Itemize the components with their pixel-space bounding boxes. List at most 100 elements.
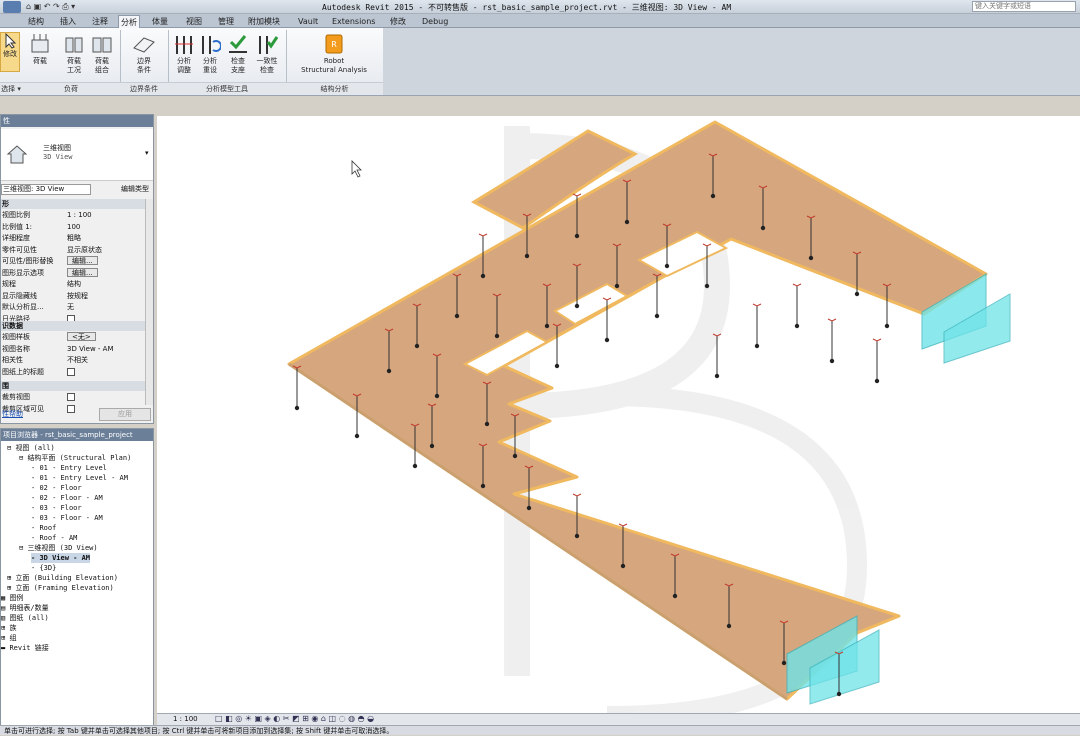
property-value[interactable]: 编辑... — [67, 267, 145, 278]
tab-structure[interactable]: 结构 — [26, 15, 46, 28]
property-value[interactable]: 按规程 — [67, 291, 145, 301]
tab-vault[interactable]: Vault — [296, 15, 320, 28]
browser-item[interactable]: ▬ Revit 链接 — [1, 643, 49, 653]
browser-item[interactable]: - 01 - Entry Level — [31, 463, 107, 473]
property-row[interactable]: 可见性/图形替换 编辑... — [1, 256, 145, 266]
support-node[interactable] — [614, 283, 620, 289]
view-scale[interactable]: 1 : 100 — [173, 715, 198, 723]
property-row[interactable]: 规程 结构 — [1, 279, 145, 289]
support-node[interactable] — [480, 483, 486, 489]
analytical-reset-button[interactable]: 分析 重设 — [198, 32, 222, 75]
property-value[interactable]: 1 : 100 — [67, 210, 145, 220]
browser-item[interactable]: ▥ 图纸 (all) — [1, 613, 49, 623]
support-node[interactable] — [714, 373, 720, 379]
support-node[interactable] — [704, 283, 710, 289]
property-value[interactable]: 100 — [67, 222, 145, 232]
robot-analysis-button[interactable]: R Robot Structural Analysis — [290, 32, 378, 75]
browser-item[interactable]: - 03 - Floor — [31, 503, 82, 513]
property-row[interactable]: 比例值 1: 100 — [1, 222, 145, 232]
support-node[interactable] — [574, 533, 580, 539]
support-node[interactable] — [414, 343, 420, 349]
group-graphics[interactable]: 形 — [1, 199, 145, 209]
floor-slab[interactable] — [287, 120, 988, 701]
property-row[interactable]: 默认分析显... 无 — [1, 302, 145, 312]
support-node[interactable] — [672, 593, 678, 599]
browser-item[interactable]: - 01 - Entry Level - AM — [31, 473, 128, 483]
support-node[interactable] — [604, 337, 610, 343]
property-row[interactable]: 零件可见性 显示原状态 — [1, 245, 145, 255]
boundary-conditions-button[interactable]: 边界 条件 — [128, 32, 160, 75]
apply-button[interactable]: 应用 — [99, 408, 151, 421]
browser-item[interactable]: ▦ 图例 — [1, 593, 23, 603]
type-selector[interactable]: 三维视图 3D View ▾ — [1, 129, 153, 181]
browser-item[interactable]: ⊞ 立面 (Building Elevation) — [7, 573, 118, 583]
tab-massing[interactable]: 体量 — [150, 15, 170, 28]
browser-item[interactable]: ⊟ 三维视图 (3D View) — [19, 543, 98, 553]
support-node[interactable] — [808, 255, 814, 261]
group-extents[interactable]: 围 — [1, 381, 145, 391]
support-node[interactable] — [624, 219, 630, 225]
support-node[interactable] — [754, 343, 760, 349]
property-row[interactable]: 图形显示选项 编辑... — [1, 267, 145, 278]
support-node[interactable] — [480, 273, 486, 279]
property-value[interactable]: 显示原状态 — [67, 245, 145, 255]
support-node[interactable] — [654, 313, 660, 319]
support-node[interactable] — [386, 368, 392, 374]
tab-annotate[interactable]: 注释 — [90, 15, 110, 28]
check-supports-button[interactable]: 检查 支座 — [226, 32, 250, 75]
support-node[interactable] — [829, 358, 835, 364]
support-node[interactable] — [544, 323, 550, 329]
support-node[interactable] — [794, 323, 800, 329]
consistency-check-button[interactable]: 一致性 检查 — [254, 32, 280, 75]
property-row[interactable]: 显示隐藏线 按规程 — [1, 291, 145, 301]
modify-button[interactable]: 修改 — [0, 32, 20, 72]
browser-item-selected[interactable]: - 3D View - AM — [31, 553, 91, 563]
tab-manage[interactable]: 管理 — [216, 15, 236, 28]
search-box[interactable]: 键入关键字或短语 — [972, 1, 1076, 12]
support-node[interactable] — [412, 463, 418, 469]
property-row[interactable]: 视图比例 1 : 100 — [1, 210, 145, 220]
browser-item[interactable]: ⊞ 组 — [1, 633, 16, 643]
property-row[interactable]: 视图样板 <无> — [1, 332, 145, 342]
support-node[interactable] — [574, 303, 580, 309]
support-node[interactable] — [484, 421, 490, 427]
view-selector-dropdown[interactable]: 三维视图: 3D View — [1, 184, 91, 195]
property-value[interactable]: <无> — [67, 332, 145, 342]
analytical-adjust-button[interactable]: 分析 调整 — [172, 32, 196, 75]
browser-item[interactable]: ⊞ 立面 (Framing Elevation) — [7, 583, 114, 593]
properties-help-link[interactable]: 性帮助 — [2, 409, 23, 419]
support-node[interactable] — [726, 623, 732, 629]
structural-model-3d[interactable] — [157, 116, 1080, 713]
tab-insert[interactable]: 插入 — [58, 15, 78, 28]
checkbox[interactable] — [67, 393, 75, 401]
property-value[interactable]: 粗略 — [67, 233, 145, 243]
support-node[interactable] — [574, 233, 580, 239]
panel-select-label[interactable]: 选择 ▾ — [0, 82, 22, 94]
checkbox[interactable] — [67, 404, 75, 413]
support-node[interactable] — [874, 378, 880, 384]
browser-item[interactable]: ⊟ 视图 (all) — [7, 443, 55, 453]
browser-item[interactable]: - 02 - Floor — [31, 483, 82, 493]
support-node[interactable] — [524, 253, 530, 259]
support-node[interactable] — [854, 291, 860, 297]
property-value[interactable]: 3D View - AM — [67, 344, 145, 354]
browser-item[interactable]: - Roof - AM — [31, 533, 77, 543]
support-node[interactable] — [526, 505, 532, 511]
group-identity[interactable]: 识数据 — [1, 321, 145, 331]
property-value[interactable]: 结构 — [67, 279, 145, 289]
3d-viewport[interactable] — [157, 116, 1080, 713]
view-control-icons[interactable]: □ ◧ ◎ ☀ ▣ ◈ ◐ ✂ ◩ ⊞ ◉ ⌂ ◫ ◌ ◍ ◓ ◒ — [215, 714, 374, 723]
browser-item[interactable]: ⊟ 结构平面 (Structural Plan) — [19, 453, 131, 463]
tab-view[interactable]: 视图 — [184, 15, 204, 28]
browser-item[interactable]: ▤ 明细表/数量 — [1, 603, 49, 613]
support-node[interactable] — [294, 405, 300, 411]
tab-analyze[interactable]: 分析 — [118, 15, 140, 28]
support-node[interactable] — [664, 263, 670, 269]
property-row[interactable]: 相关性 不相关 — [1, 355, 145, 365]
property-value[interactable]: 无 — [67, 302, 145, 312]
quick-access-toolbar[interactable]: ⌂ ▣ ↶ ↷ ⎙ ▾ — [26, 2, 136, 12]
tab-extensions[interactable]: Extensions — [330, 15, 377, 28]
support-node[interactable] — [512, 453, 518, 459]
support-node[interactable] — [710, 193, 716, 199]
support-node[interactable] — [454, 313, 460, 319]
